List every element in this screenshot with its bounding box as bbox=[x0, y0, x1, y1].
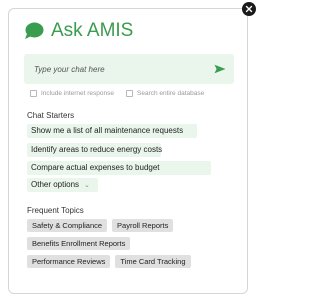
page-title: Ask AMIS bbox=[51, 20, 134, 41]
topic-chip[interactable]: Payroll Reports bbox=[112, 219, 174, 232]
chat-starters-heading: Chat Starters bbox=[27, 111, 75, 120]
checkbox-label: Include internet response bbox=[41, 90, 114, 97]
topic-chip[interactable]: Performance Reviews bbox=[27, 255, 111, 268]
chat-starter-item[interactable]: Compare actual expenses to budget bbox=[27, 161, 211, 175]
other-options-dropdown[interactable]: Other options ⌄ bbox=[27, 178, 98, 192]
frequent-topics-list: Safety & Compliance Payroll Reports Bene… bbox=[27, 219, 227, 273]
checkbox-box[interactable] bbox=[30, 90, 37, 97]
header: Ask AMIS bbox=[24, 19, 133, 43]
search-options: Include internet response Search entire … bbox=[30, 90, 204, 97]
chat-starter-item[interactable]: Show me a list of all maintenance reques… bbox=[27, 124, 197, 138]
checkbox-label: Search entire database bbox=[137, 90, 205, 97]
other-options-label: Other options bbox=[31, 180, 80, 189]
close-button[interactable] bbox=[242, 2, 256, 16]
close-icon bbox=[245, 5, 253, 13]
topic-row: Benefits Enrollment Reports bbox=[27, 237, 227, 250]
frequent-topics-heading: Frequent Topics bbox=[27, 206, 84, 215]
send-arrow-icon bbox=[214, 64, 226, 74]
checkbox-box[interactable] bbox=[126, 90, 133, 97]
topic-chip[interactable]: Benefits Enrollment Reports bbox=[27, 237, 131, 250]
topic-chip[interactable]: Time Card Tracking bbox=[115, 255, 191, 268]
chevron-down-icon: ⌄ bbox=[84, 182, 90, 189]
topic-chip[interactable]: Safety & Compliance bbox=[27, 219, 108, 232]
chat-starter-item[interactable]: Identify areas to reduce energy costs bbox=[27, 143, 162, 157]
topic-row: Safety & Compliance Payroll Reports bbox=[27, 219, 227, 232]
chat-bubble-icon bbox=[25, 22, 44, 39]
chat-input-container bbox=[24, 54, 234, 84]
search-database-checkbox[interactable]: Search entire database bbox=[126, 90, 204, 97]
include-internet-checkbox[interactable]: Include internet response bbox=[30, 90, 114, 97]
ask-amis-widget: Ask AMIS Include internet response Searc… bbox=[0, 0, 258, 302]
chat-input[interactable] bbox=[34, 64, 204, 74]
topic-row: Performance Reviews Time Card Tracking bbox=[27, 255, 227, 268]
send-button[interactable] bbox=[214, 63, 226, 75]
